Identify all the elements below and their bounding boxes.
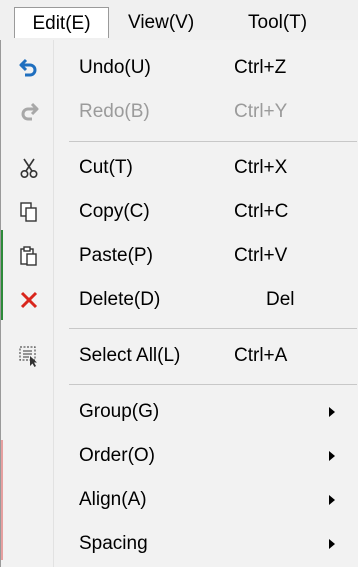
menu-separator bbox=[69, 328, 357, 329]
menu-separator bbox=[69, 384, 357, 385]
menu-item-undo[interactable]: Undo(U) Ctrl+Z bbox=[1, 48, 358, 88]
copy-icon bbox=[17, 200, 41, 224]
menu-item-label: Copy(C) bbox=[79, 201, 150, 222]
menu-item-cut[interactable]: Cut(T) Ctrl+X bbox=[1, 148, 358, 188]
menu-item-shortcut: Ctrl+A bbox=[234, 345, 288, 366]
menu-item-label: Delete(D) bbox=[79, 289, 161, 310]
undo-icon bbox=[17, 56, 41, 80]
menu-item-label: Group(G) bbox=[79, 401, 160, 422]
menu-item-label: Undo(U) bbox=[79, 57, 151, 78]
menu-item-label: Align(A) bbox=[79, 489, 147, 510]
menu-item-shortcut: Ctrl+Y bbox=[234, 101, 288, 122]
menu-item-delete[interactable]: Delete(D) Del bbox=[1, 280, 358, 320]
menu-item-label: Paste(P) bbox=[79, 245, 153, 266]
menu-item-label: Order(O) bbox=[79, 445, 155, 466]
select-all-icon bbox=[17, 344, 41, 368]
menu-item-label: Select All(L) bbox=[79, 345, 181, 366]
menu-view[interactable]: View(V) bbox=[128, 7, 194, 38]
submenu-arrow-icon bbox=[329, 539, 335, 549]
submenu-arrow-icon bbox=[329, 495, 335, 505]
menu-item-spacing[interactable]: Spacing bbox=[1, 524, 358, 564]
menu-item-shortcut: Del bbox=[266, 289, 295, 310]
menu-item-shortcut: Ctrl+Z bbox=[234, 57, 287, 78]
menu-item-shortcut: Ctrl+X bbox=[234, 157, 288, 178]
delete-x-icon bbox=[17, 288, 41, 312]
menu-separator bbox=[69, 141, 357, 142]
menu-item-label: Redo(B) bbox=[79, 101, 150, 122]
menu-item-paste[interactable]: Paste(P) Ctrl+V bbox=[1, 236, 358, 276]
scissors-icon bbox=[17, 156, 41, 180]
menu-edit[interactable]: Edit(E) bbox=[14, 7, 109, 38]
menu-item-copy[interactable]: Copy(C) Ctrl+C bbox=[1, 192, 358, 232]
menu-tool[interactable]: Tool(T) bbox=[248, 7, 307, 38]
menu-item-label: Cut(T) bbox=[79, 157, 133, 178]
menu-item-shortcut: Ctrl+V bbox=[234, 245, 288, 266]
edit-dropdown-menu: Undo(U) Ctrl+Z Redo(B) Ctrl+Y Cut(T) Ctr… bbox=[0, 40, 358, 567]
menu-item-select-all[interactable]: Select All(L) Ctrl+A bbox=[1, 336, 358, 376]
menu-item-shortcut: Ctrl+C bbox=[234, 201, 289, 222]
redo-icon bbox=[17, 100, 41, 124]
menu-item-order[interactable]: Order(O) bbox=[1, 436, 358, 476]
submenu-arrow-icon bbox=[329, 407, 335, 417]
menu-item-redo[interactable]: Redo(B) Ctrl+Y bbox=[1, 92, 358, 132]
menu-item-group[interactable]: Group(G) bbox=[1, 392, 358, 432]
paste-icon bbox=[17, 244, 41, 268]
submenu-arrow-icon bbox=[329, 451, 335, 461]
menu-bar: Edit(E) View(V) Tool(T) bbox=[0, 0, 358, 41]
menu-item-align[interactable]: Align(A) bbox=[1, 480, 358, 520]
menu-item-label: Spacing bbox=[79, 533, 148, 554]
